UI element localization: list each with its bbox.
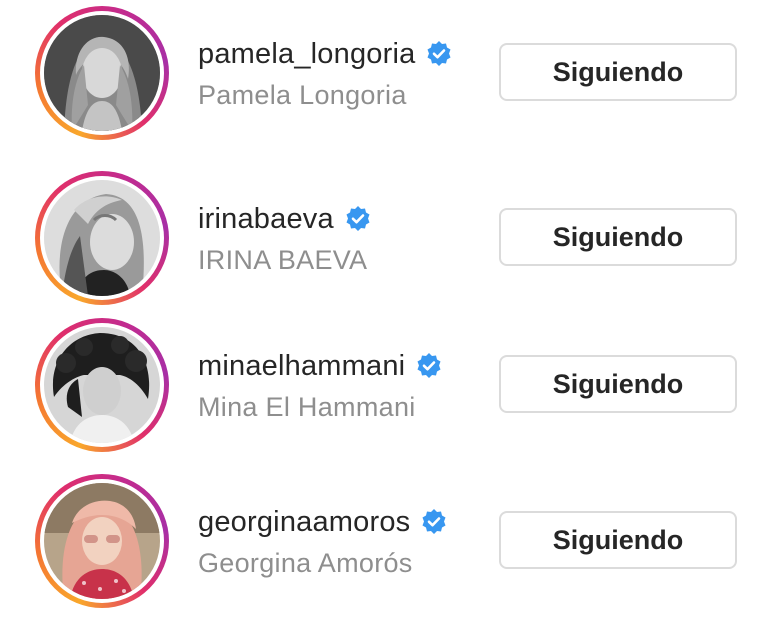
avatar-ring-gap <box>40 11 164 135</box>
username[interactable]: minaelhammani <box>198 350 405 383</box>
avatar-ring-gap <box>40 323 164 447</box>
profile-photo <box>44 180 160 296</box>
avatar-ring-gap <box>40 176 164 300</box>
avatar-ring-gap <box>40 479 164 603</box>
verified-badge-icon <box>425 40 453 68</box>
verified-badge-icon <box>415 352 443 380</box>
username-line: georginaamoros <box>198 504 448 540</box>
full-name: Mina El Hammani <box>198 392 416 422</box>
list-item: georginaamoros Georgina Amorós Siguiendo <box>0 468 773 618</box>
avatar[interactable] <box>35 318 169 452</box>
verified-badge-icon <box>420 508 448 536</box>
full-name: Pamela Longoria <box>198 80 407 110</box>
following-list: pamela_longoria Pamela Longoria Siguiend… <box>0 0 773 620</box>
username[interactable]: pamela_longoria <box>198 38 415 71</box>
verified-badge-icon <box>344 205 372 233</box>
username[interactable]: irinabaeva <box>198 203 334 236</box>
full-name: Georgina Amorós <box>198 548 413 578</box>
username-line: minaelhammani <box>198 348 443 384</box>
following-button[interactable]: Siguiendo <box>499 511 737 569</box>
list-item: minaelhammani Mina El Hammani Siguiendo <box>0 312 773 462</box>
following-button[interactable]: Siguiendo <box>499 208 737 266</box>
list-item: pamela_longoria Pamela Longoria Siguiend… <box>0 0 773 150</box>
avatar[interactable] <box>35 171 169 305</box>
full-name: IRINA BAEVA <box>198 245 368 275</box>
following-button[interactable]: Siguiendo <box>499 355 737 413</box>
username[interactable]: georginaamoros <box>198 506 410 539</box>
avatar[interactable] <box>35 474 169 608</box>
profile-photo <box>44 15 160 131</box>
profile-photo <box>44 483 160 599</box>
avatar[interactable] <box>35 6 169 140</box>
list-item: irinabaeva IRINA BAEVA Siguiendo <box>0 165 773 315</box>
profile-photo <box>44 327 160 443</box>
username-line: pamela_longoria <box>198 36 453 72</box>
following-button[interactable]: Siguiendo <box>499 43 737 101</box>
username-line: irinabaeva <box>198 201 372 237</box>
